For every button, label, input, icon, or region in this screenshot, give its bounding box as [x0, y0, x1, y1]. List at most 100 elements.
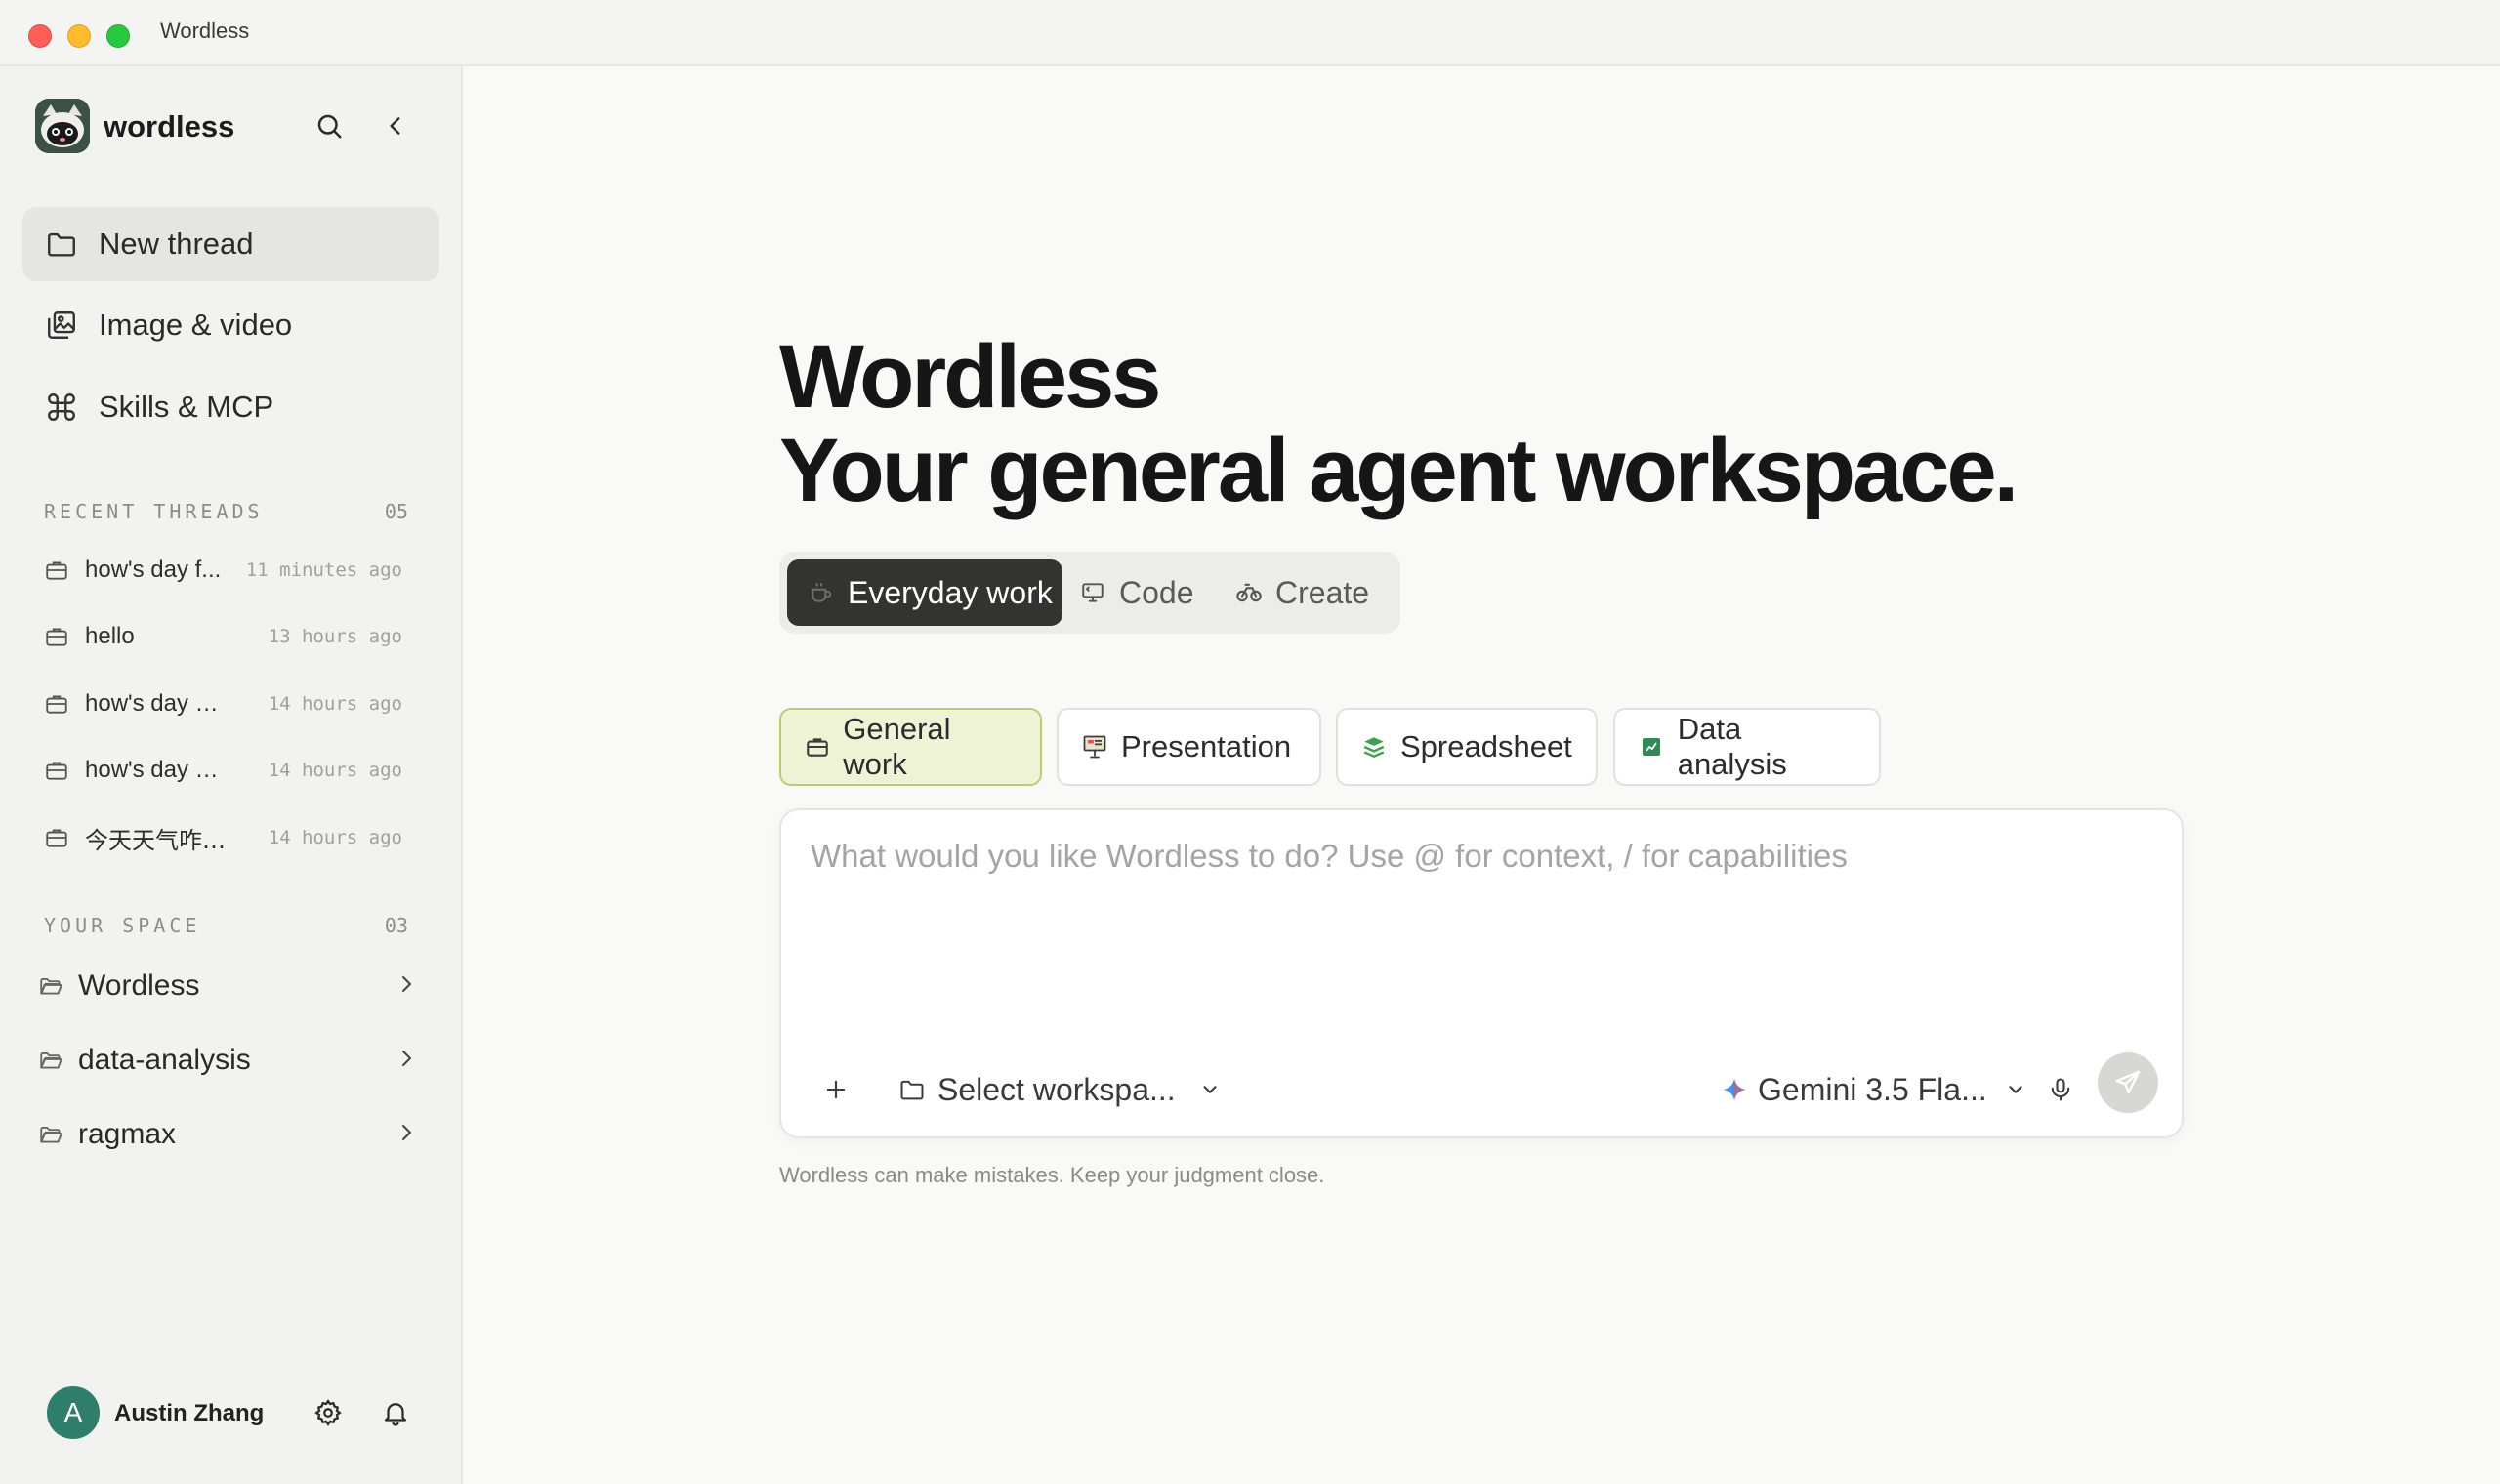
title-bar: Wordless: [0, 0, 2500, 66]
search-icon: [317, 114, 342, 139]
user-name: Austin Zhang: [114, 1400, 265, 1426]
chip-presentation[interactable]: Presentation: [1057, 708, 1321, 786]
space-name: Wordless: [78, 969, 200, 1002]
tab-create[interactable]: Create: [1234, 559, 1391, 626]
chart-icon: [1637, 732, 1666, 762]
chevron-right-icon: [395, 1047, 418, 1075]
thread-title: hello: [85, 623, 135, 649]
chevron-down-icon: [1199, 1079, 1221, 1100]
nav-skills-mcp[interactable]: Skills & MCP: [22, 370, 439, 444]
search-button[interactable]: [310, 106, 349, 145]
prompt-input[interactable]: [811, 838, 2148, 994]
brand-name: wordless: [104, 109, 235, 144]
collapse-sidebar-button[interactable]: [376, 106, 415, 145]
composer: Select workspa... Gemini 3.5 Fla...: [779, 808, 2184, 1138]
briefcase-icon: [43, 824, 70, 851]
chip-general-work[interactable]: General work: [779, 708, 1042, 786]
thread-time: 13 hours ago: [268, 626, 402, 647]
thread-item[interactable]: how's day goi... 14 hours ago: [43, 749, 424, 792]
chevron-left-icon: [390, 117, 400, 135]
microphone-icon: [2051, 1078, 2070, 1101]
page-title: Wordless Your general agent workspace.: [779, 327, 2019, 520]
briefcase-icon: [43, 623, 70, 650]
chip-label: Presentation: [1121, 729, 1292, 763]
thread-time: 11 minutes ago: [245, 559, 402, 581]
layers-icon: [1359, 732, 1389, 762]
bell-icon: [384, 1403, 407, 1426]
title-line-2: Your general agent workspace.: [779, 421, 2019, 520]
tab-everyday-work[interactable]: Everyday work: [787, 559, 1062, 626]
thread-title: 今天天气咋样...: [85, 826, 228, 854]
tab-code[interactable]: Code: [1078, 559, 1205, 626]
chip-label: Spreadsheet: [1400, 729, 1572, 763]
sparkle-icon: [1721, 1076, 1748, 1103]
workspace-select[interactable]: Select workspa...: [898, 1070, 1221, 1109]
disclaimer-text: Wordless can make mistakes. Keep your ju…: [779, 1163, 1325, 1187]
folder-open-icon: [37, 1121, 64, 1148]
gear-icon: [314, 1399, 342, 1426]
folder-icon: [44, 227, 79, 262]
command-icon: [44, 390, 79, 425]
send-button[interactable]: [2098, 1052, 2158, 1113]
folder-open-icon: [37, 1047, 64, 1074]
your-space-count: 03: [384, 914, 408, 937]
thread-time: 14 hours ago: [268, 760, 402, 781]
briefcase-icon: [43, 690, 70, 718]
settings-button[interactable]: [309, 1393, 348, 1432]
avatar[interactable]: A: [47, 1386, 100, 1439]
tab-label: Code: [1119, 574, 1194, 610]
thread-title: how's day goi...: [85, 757, 228, 783]
voice-input-button[interactable]: [2041, 1070, 2080, 1109]
chip-label: Data analysis: [1677, 712, 1787, 781]
thread-time: 14 hours ago: [268, 693, 402, 715]
briefcase-icon: [803, 732, 831, 762]
chip-spreadsheet[interactable]: Spreadsheet: [1336, 708, 1598, 786]
space-name: data-analysis: [78, 1044, 251, 1076]
chip-data-analysis[interactable]: Data analysis: [1613, 708, 1881, 786]
thread-item[interactable]: how's day f... 11 minutes ago: [43, 549, 424, 592]
thread-title: how's day goi...: [85, 690, 228, 717]
recent-threads-heading: RECENT THREADS: [44, 500, 264, 523]
your-space-heading: YOUR SPACE: [44, 914, 201, 937]
nav-image-video[interactable]: Image & video: [22, 288, 439, 362]
recent-threads-count: 05: [384, 500, 408, 523]
monitor-code-icon: [1078, 578, 1107, 607]
tab-label: Create: [1275, 574, 1370, 610]
nav-label: New thread: [99, 227, 254, 261]
thread-title: how's day f...: [85, 556, 222, 583]
briefcase-icon: [43, 757, 70, 784]
nav-new-thread[interactable]: New thread: [22, 207, 439, 281]
title-line-1: Wordless: [779, 327, 1161, 427]
coffee-icon: [807, 578, 836, 607]
presentation-icon: [1080, 732, 1109, 762]
chevron-right-icon: [395, 1121, 418, 1149]
space-item[interactable]: ragmax: [37, 1107, 428, 1162]
thread-item[interactable]: hello 13 hours ago: [43, 615, 424, 658]
thread-time: 14 hours ago: [268, 827, 402, 848]
image-video-icon: [44, 308, 79, 343]
mode-tabs: Everyday work Code Create: [779, 552, 1400, 634]
space-item[interactable]: Wordless: [37, 959, 428, 1013]
workspace-select-value: Select workspa...: [938, 1071, 1176, 1107]
nav-label: Image & video: [99, 308, 293, 342]
maximize-window-button[interactable]: [106, 24, 130, 48]
folder-icon: [898, 1076, 926, 1103]
send-icon: [2115, 1070, 2141, 1094]
close-window-button[interactable]: [28, 24, 52, 48]
window-title: Wordless: [160, 19, 250, 43]
space-name: ragmax: [78, 1118, 177, 1150]
sidebar: wordless New thread Image & video Skills…: [0, 66, 463, 1484]
thread-item[interactable]: how's day goi... 14 hours ago: [43, 682, 424, 725]
briefcase-icon: [43, 556, 70, 584]
plus-icon: [826, 1080, 846, 1099]
nav-label: Skills & MCP: [99, 390, 274, 424]
space-item[interactable]: data-analysis: [37, 1033, 428, 1088]
model-select-value: Gemini 3.5 Fla...: [1758, 1071, 1987, 1107]
add-attachment-button[interactable]: [816, 1070, 855, 1109]
notifications-button[interactable]: [376, 1393, 415, 1432]
thread-item[interactable]: 今天天气咋样... 14 hours ago: [43, 816, 424, 859]
app-logo: [35, 99, 90, 153]
minimize-window-button[interactable]: [67, 24, 91, 48]
chip-label: General work: [843, 712, 951, 781]
model-select[interactable]: Gemini 3.5 Fla...: [1721, 1070, 2026, 1109]
